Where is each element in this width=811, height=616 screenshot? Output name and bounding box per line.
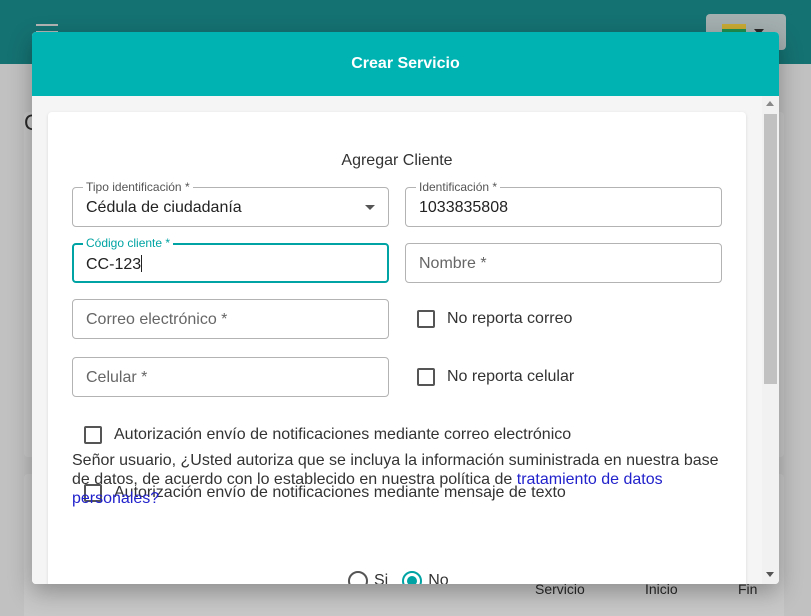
form-card: Agregar Cliente Tipo identificación * Cé… bbox=[48, 112, 746, 584]
correo-placeholder: Correo electrónico * bbox=[86, 311, 228, 328]
radio-no-label: No bbox=[428, 572, 449, 584]
radio-si[interactable] bbox=[348, 571, 368, 584]
codigo-cliente-value: CC-123 bbox=[86, 255, 143, 274]
celular-placeholder: Celular * bbox=[86, 369, 148, 386]
codigo-cliente-input[interactable]: Código cliente * CC-123 bbox=[72, 236, 389, 283]
radio-no[interactable] bbox=[402, 571, 423, 584]
radio-si-label: Si bbox=[374, 572, 389, 584]
correo-electronico-input[interactable]: Correo electrónico * bbox=[72, 299, 389, 339]
codigo-cliente-text: CC-123 bbox=[86, 256, 142, 273]
dropdown-arrow-icon bbox=[365, 205, 375, 210]
form-title: Agregar Cliente bbox=[341, 152, 453, 169]
no-reporta-correo-label: No reporta correo bbox=[447, 310, 573, 327]
codigo-cliente-label: Código cliente * bbox=[83, 236, 174, 250]
identificacion-label: Identificación * bbox=[416, 180, 501, 194]
tipo-identificacion-label: Tipo identificación * bbox=[83, 180, 193, 194]
checkbox-box[interactable] bbox=[417, 368, 435, 386]
nombre-input[interactable]: Nombre * bbox=[405, 243, 722, 283]
autorizacion-correo-checkbox[interactable]: Autorización envío de notificaciones med… bbox=[84, 426, 571, 444]
no-reporta-celular-checkbox[interactable]: No reporta celular bbox=[417, 368, 574, 386]
autorizacion-radio-group: Si No bbox=[348, 571, 449, 584]
no-reporta-correo-checkbox[interactable]: No reporta correo bbox=[417, 310, 572, 328]
scrollbar-thumb[interactable] bbox=[764, 114, 777, 384]
checkbox-box[interactable] bbox=[84, 426, 102, 444]
consent-text: Señor usuario, ¿Usted autoriza que se in… bbox=[72, 451, 732, 508]
scroll-up-arrow-icon[interactable] bbox=[766, 101, 774, 106]
identificacion-input[interactable]: Identificación * 1033835808 bbox=[405, 180, 722, 227]
dialog-header: Crear Servicio bbox=[32, 32, 779, 96]
scroll-down-arrow-icon[interactable] bbox=[766, 572, 774, 577]
crear-servicio-dialog: Crear Servicio Agregar Cliente Tipo iden… bbox=[32, 32, 779, 584]
autorizacion-correo-label: Autorización envío de notificaciones med… bbox=[114, 426, 572, 443]
dialog-title: Crear Servicio bbox=[351, 55, 460, 72]
no-reporta-celular-label: No reporta celular bbox=[447, 368, 575, 385]
identificacion-value: 1033835808 bbox=[419, 199, 508, 216]
dialog-body: Agregar Cliente Tipo identificación * Cé… bbox=[32, 96, 762, 584]
checkbox-box[interactable] bbox=[417, 310, 435, 328]
text-cursor bbox=[141, 255, 143, 272]
tipo-identificacion-value: Cédula de ciudadanía bbox=[86, 199, 242, 216]
celular-input[interactable]: Celular * bbox=[72, 357, 389, 397]
nombre-placeholder: Nombre * bbox=[419, 255, 487, 272]
tipo-identificacion-select[interactable]: Tipo identificación * Cédula de ciudadan… bbox=[72, 180, 389, 227]
dialog-scrollbar[interactable] bbox=[762, 96, 779, 584]
